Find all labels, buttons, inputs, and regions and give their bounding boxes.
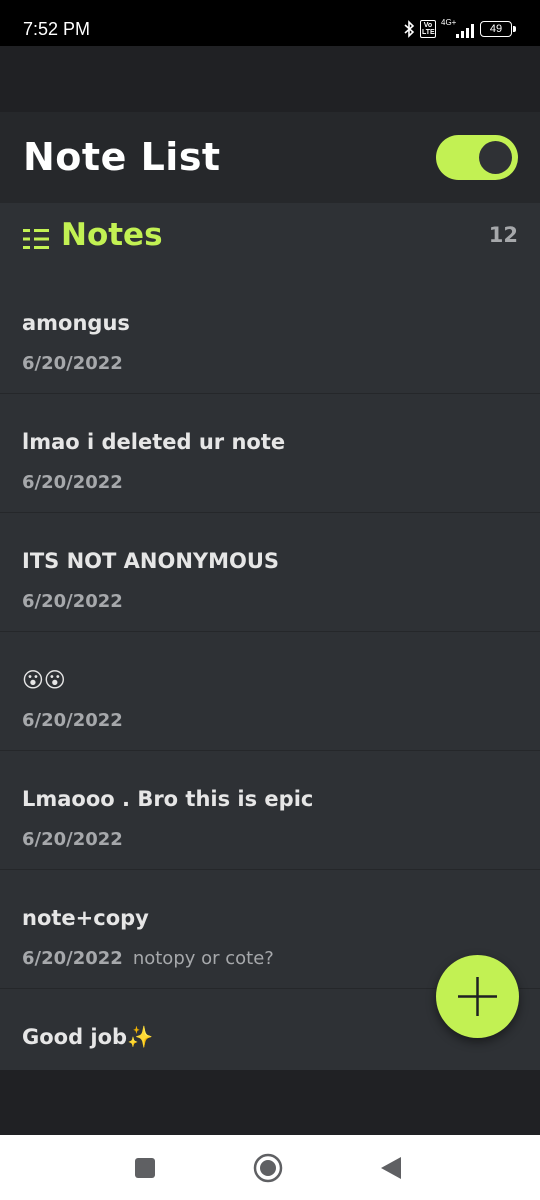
note-title: amongus xyxy=(22,311,130,335)
note-meta: 6/20/2022 notopy or cote? xyxy=(22,948,274,969)
note-preview: notopy or cote? xyxy=(132,948,274,969)
list-item[interactable]: ITS NOT ANONYMOUS 6/20/2022 xyxy=(0,513,540,632)
note-date: 6/20/2022 xyxy=(22,472,123,493)
notes-count: 12 xyxy=(488,223,518,247)
notes-panel: Notes 12 amongus 6/20/2022 lmao i delete… xyxy=(0,203,540,1070)
volte-icon: Vo LTE xyxy=(420,20,436,38)
section-title: Notes xyxy=(61,217,163,253)
note-meta: 6/20/2022 xyxy=(22,591,123,612)
list-item[interactable]: Lmaooo . Bro this is epic 6/20/2022 xyxy=(0,751,540,870)
note-date: 6/20/2022 xyxy=(22,591,123,612)
theme-toggle[interactable] xyxy=(436,135,518,180)
plus-icon xyxy=(458,977,497,1016)
section-header: Notes 12 xyxy=(0,203,540,275)
list-item[interactable]: amongus 6/20/2022 xyxy=(0,275,540,394)
status-icons: Vo LTE 4G+ 49 xyxy=(403,18,516,39)
note-date: 6/20/2022 xyxy=(22,710,123,731)
status-time: 7:52 PM xyxy=(23,19,91,39)
battery-level: 49 xyxy=(489,23,503,35)
app-top-spacer xyxy=(0,46,540,112)
note-meta: 6/20/2022 xyxy=(22,353,123,374)
note-title: ITS NOT ANONYMOUS xyxy=(22,549,280,573)
battery-icon: 49 xyxy=(480,21,516,37)
note-date: 6/20/2022 xyxy=(22,948,123,969)
system-nav-bar xyxy=(0,1135,540,1200)
add-note-button[interactable] xyxy=(436,955,519,1038)
square-recents-icon[interactable] xyxy=(134,1157,156,1179)
note-date: 6/20/2022 xyxy=(22,829,123,850)
triangle-back-icon[interactable] xyxy=(380,1156,402,1180)
note-meta: 6/20/2022 xyxy=(22,472,123,493)
toggle-knob xyxy=(479,141,512,174)
note-title: note+copy xyxy=(22,906,149,930)
bottom-area xyxy=(0,1070,540,1135)
list-item[interactable]: lmao i deleted ur note 6/20/2022 xyxy=(0,394,540,513)
note-title: lmao i deleted ur note xyxy=(22,430,286,454)
note-date: 6/20/2022 xyxy=(22,353,123,374)
list-icon xyxy=(23,229,49,249)
circle-home-icon[interactable] xyxy=(253,1153,283,1183)
bluetooth-icon xyxy=(404,20,415,38)
notes-list: amongus 6/20/2022 lmao i deleted ur note… xyxy=(0,275,540,1070)
network-indicator: 4G+ xyxy=(441,18,475,38)
list-item[interactable]: 😮😮 6/20/2022 xyxy=(0,632,540,751)
page-title: Note List xyxy=(23,135,221,179)
note-title: Lmaooo . Bro this is epic xyxy=(22,787,314,811)
note-meta: 6/20/2022 xyxy=(22,710,123,731)
note-meta: 6/20/2022 xyxy=(22,829,123,850)
status-bar: 7:52 PM Vo LTE 4G+ 49 xyxy=(0,0,540,46)
note-title: 😮😮 xyxy=(22,668,66,692)
signal-icon xyxy=(456,24,474,38)
note-title: Good job✨ xyxy=(22,1025,154,1049)
